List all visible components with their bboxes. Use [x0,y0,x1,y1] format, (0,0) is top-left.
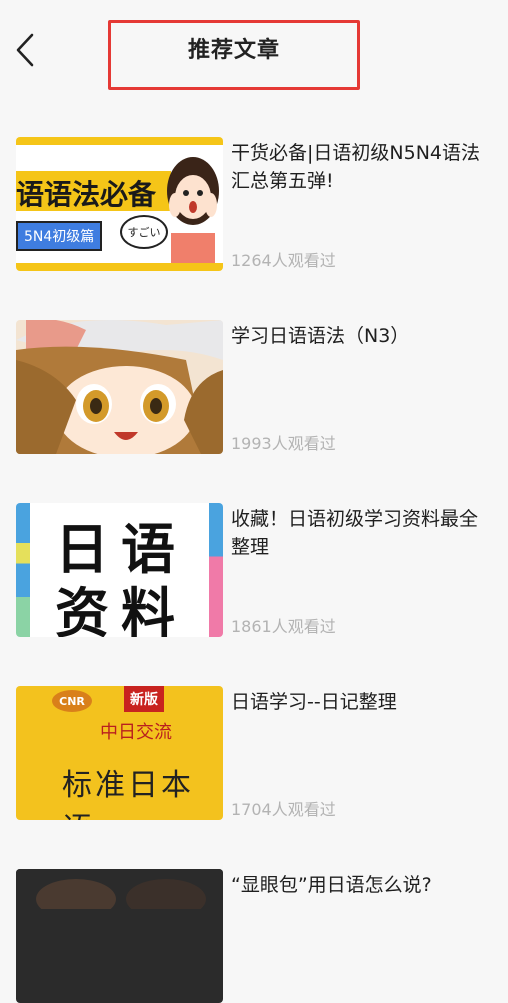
article-title: 学习日语语法（N3） [231,325,410,347]
article-title: 收藏！日语初级学习资料最全整理 [231,508,479,558]
back-button[interactable] [10,30,40,70]
decor-stripe-right [209,503,223,637]
article-thumbnail [16,320,223,454]
bottom-band [16,263,223,271]
thumbnail-tag: 5N4初级篇 [16,221,103,251]
view-count: 1264人观看过 [231,251,336,270]
anime-girl-illustration [16,320,223,454]
article-item[interactable]: 学习日语语法（N3） 1993人观看过 [16,320,496,454]
article-title: 干货必备|日语初级N5N4语法汇总第五弹! [231,142,481,192]
page-title: 推荐文章 [187,38,280,63]
article-item[interactable]: “显眼包”用日语怎么说? [16,869,496,1003]
view-count: 1993人观看过 [231,434,336,453]
dark-photo [16,869,223,919]
article-item[interactable]: CNR 新版 中日交流 标准日本语 日语学习--日记整理 1704人观看过 [16,686,496,820]
article-item[interactable]: 日语 资料 收藏！日语初级学习资料最全整理 1861人观看过 [16,503,496,637]
top-bar: 推荐文章 [0,0,508,100]
view-count: 1861人观看过 [231,617,336,636]
cnr-logo: CNR [52,690,92,712]
view-count: 1704人观看过 [231,800,336,819]
thumbnail-subtitle: 中日交流 [100,722,172,743]
article-thumbnail: CNR 新版 中日交流 标准日本语 [16,686,223,820]
decor-stripe-left [16,503,30,637]
thumbnail-line-2: 资料 [55,582,187,637]
title-highlight-box: 推荐文章 [108,20,360,90]
article-thumbnail [16,869,223,1003]
thumbnail-headline: 语语法必备 [16,178,157,211]
article-item[interactable]: 语语法必备 5N4初级篇 すごい 干货必备|日语初级N5N4语法汇总第五弹! 1… [16,137,496,271]
article-title: “显眼包”用日语怎么说? [231,874,432,896]
article-thumbnail: 日语 资料 [16,503,223,637]
cartoon-girl-illustration [167,157,219,269]
chevron-left-icon [16,33,34,67]
thumbnail-main-title: 标准日本语 [62,768,194,820]
article-thumbnail: 语语法必备 5N4初级篇 すごい [16,137,223,271]
article-title: 日语学习--日记整理 [231,691,397,713]
new-edition-badge: 新版 [124,686,164,712]
